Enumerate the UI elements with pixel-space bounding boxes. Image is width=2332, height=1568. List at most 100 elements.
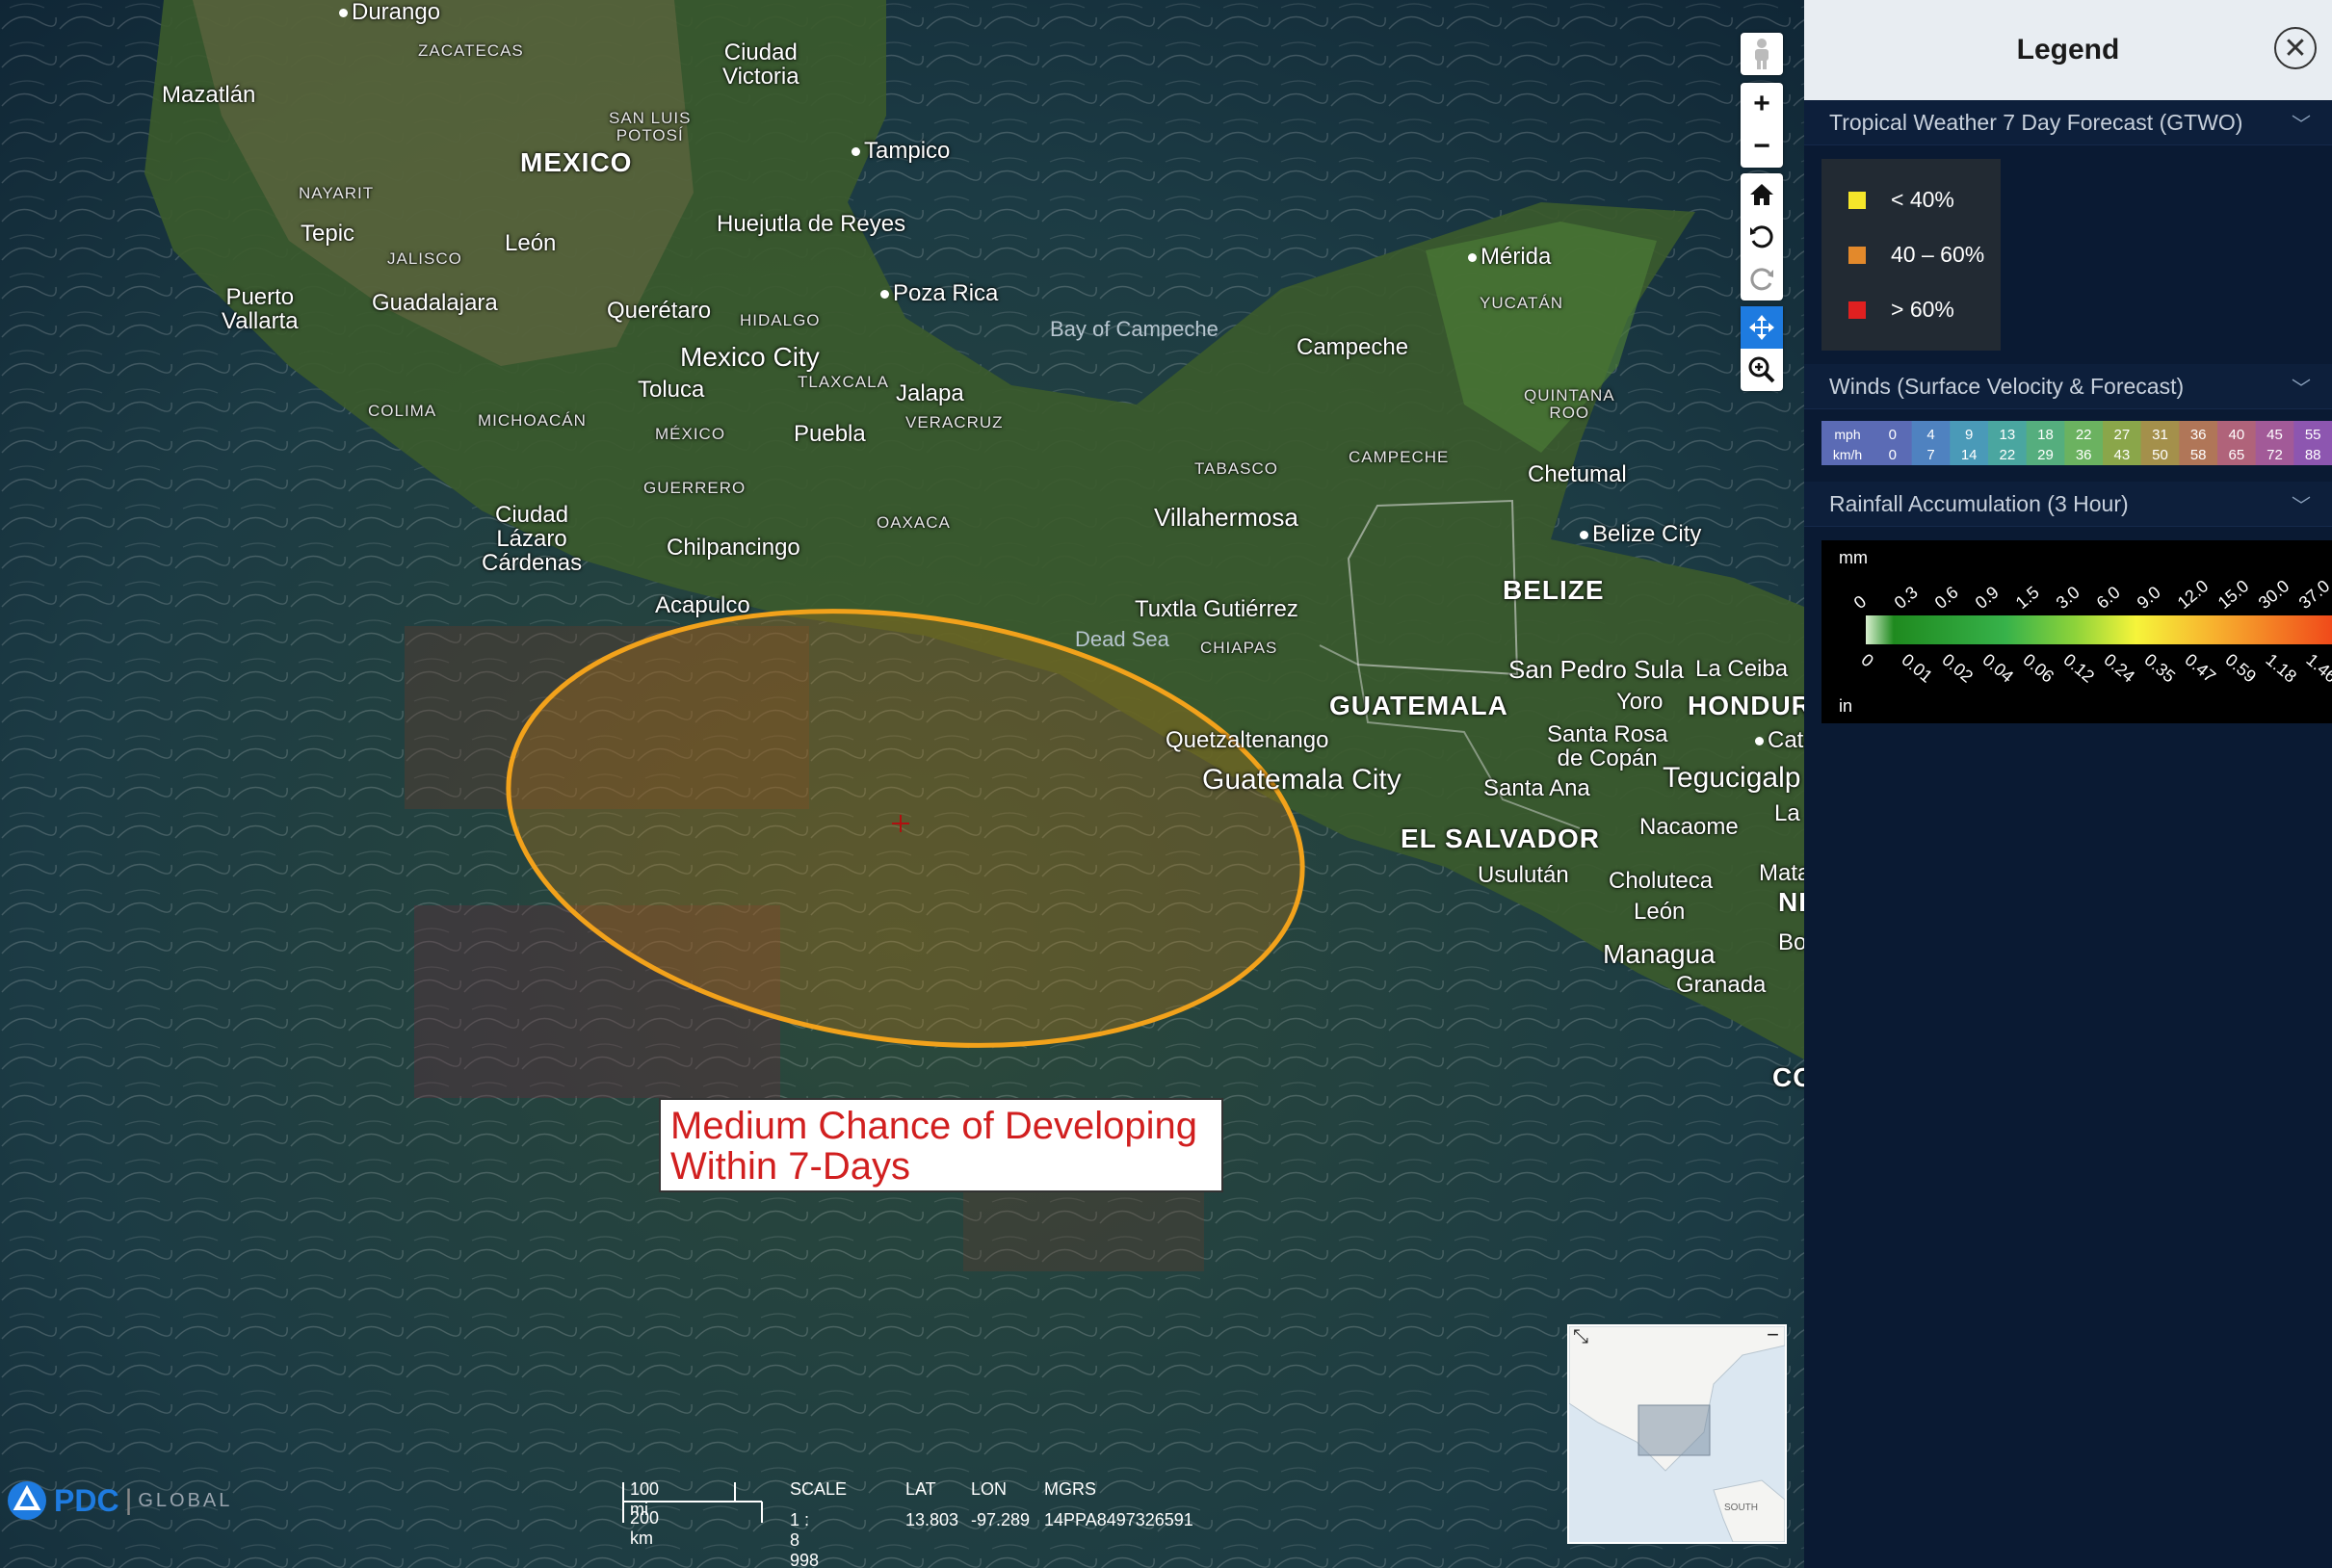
wind-mph-value: 0 [1889, 427, 1897, 443]
rain-mm-tick: 1.5 [2012, 583, 2043, 613]
rain-mm-tick: 15.0 [2214, 576, 2253, 613]
rain-in-tick: 0.02 [1938, 650, 1977, 687]
wind-kmh-value: 58 [2190, 447, 2207, 463]
zoom-out-button[interactable]: − [1741, 125, 1783, 168]
gtwo-swatch [1848, 191, 1866, 209]
place-label: Mazatlán [162, 82, 256, 108]
gtwo-label: 40 – 60% [1891, 242, 1985, 267]
rain-color-ramp: 0 0.3 0.6 0.9 1.5 3.0 6.0 9.0 12.0 15.0 30.0 37.00 0… [1850, 576, 2332, 687]
place-label: Guatemala City [1202, 764, 1402, 796]
place-label: CHIAPAS [1200, 639, 1278, 657]
legend-header: Legend ✕ [1804, 0, 2332, 100]
wind-mph-value: 55 [2305, 427, 2321, 443]
wind-mph-value: 40 [2228, 427, 2244, 443]
home-icon[interactable] [1741, 173, 1783, 216]
overview-collapse-icon[interactable]: − [1767, 1326, 1779, 1347]
place-label: León [505, 230, 557, 256]
wind-kmh-value: 43 [2113, 447, 2130, 463]
legend-section-gtwo-header[interactable]: Tropical Weather 7 Day Forecast (GTWO) ﹀ [1804, 100, 2332, 145]
place-label: Mata [1759, 860, 1804, 886]
legend-title: Legend [2016, 34, 2120, 65]
place-label: Usulután [1478, 862, 1569, 888]
rain-mm-tick: 0 [1850, 591, 1871, 613]
place-label: COLIMA [368, 402, 437, 420]
place-label: YUCATÁN [1480, 294, 1563, 312]
wind-kmh-value: 29 [2037, 447, 2054, 463]
legend-section-winds-header[interactable]: Winds (Surface Velocity & Forecast) ﹀ [1804, 364, 2332, 409]
gtwo-label: < 40% [1891, 187, 1954, 212]
wind-kmh-value: 22 [1999, 447, 2015, 463]
rain-mm-tick: 37.0 [2295, 576, 2332, 613]
chevron-down-icon[interactable]: ﹀ [2292, 109, 2311, 137]
close-circle-icon[interactable]: ✕ [2274, 27, 2317, 69]
lon-label: LON [971, 1479, 1008, 1499]
place-label: Durango [339, 0, 440, 24]
place-label: Chilpancingo [667, 535, 800, 561]
chevron-down-icon[interactable]: ﹀ [2292, 373, 2311, 401]
place-label: JALISCO [387, 249, 462, 268]
place-label: Yoro [1616, 689, 1664, 715]
rain-in-tick: 0.04 [1978, 650, 2017, 687]
rain-mm-tick: 0.3 [1891, 583, 1922, 613]
rain-in-tick: 1.46 [2302, 650, 2332, 687]
legend-panel: Legend ✕ Tropical Weather 7 Day Forecast… [1804, 0, 2332, 1568]
place-label: OAXACA [877, 513, 951, 532]
place-label: La [1774, 800, 1800, 826]
gtwo-swatch [1848, 301, 1866, 319]
rain-mm-tick: 0.9 [1972, 583, 2003, 613]
place-label: Tampico [852, 139, 950, 163]
pan-arrows-icon[interactable] [1741, 306, 1783, 349]
winds-title: Winds (Surface Velocity & Forecast) [1829, 373, 2185, 399]
place-label: Querétaro [607, 298, 712, 324]
place-label: HIDALGO [740, 311, 821, 329]
rain-mm-tick: 9.0 [2134, 583, 2164, 613]
place-label: Quetzaltenango [1166, 727, 1329, 753]
gtwo-legend-item: < 40% [1821, 172, 2001, 227]
logo-divider: | [124, 1484, 133, 1516]
legend-section-rain-header[interactable]: Rainfall Accumulation (3 Hour) ﹀ [1804, 482, 2332, 527]
chevron-down-icon[interactable]: ﹀ [2292, 490, 2311, 518]
place-label: Villahermosa [1154, 503, 1298, 532]
zoom-magnifier-icon[interactable] [1741, 349, 1783, 391]
place-label: GUERRERO [643, 479, 747, 497]
rain-legend: mm in 0 0.3 0.6 0.9 1.5 3.0 6.0 9.0 12.0 15.0 30.0… [1821, 540, 2332, 723]
place-label: MÉXICO [655, 425, 726, 443]
logo-global-text: GLOBAL [138, 1489, 233, 1511]
person-icon[interactable] [1741, 33, 1783, 75]
place-label: Tepic [301, 221, 355, 247]
rain-mm-tick: 30.0 [2255, 576, 2293, 613]
place-label: MICHOACÁN [478, 411, 587, 430]
overview-expand-icon[interactable]: ⤡ [1573, 1326, 1588, 1348]
place-label: San Pedro Sula [1508, 655, 1685, 684]
wind-scale: mph km/h 0 0 4 7 9 14 13 22 18 29 22 36 27 43 31 50 36 58 40… [1821, 421, 2332, 465]
rain-mm-tick: 0.6 [1931, 583, 1962, 613]
pdc-logo: PDC | GLOBAL [6, 1481, 232, 1520]
zoom-toolbar: + − [1741, 83, 1783, 168]
place-label: Bo [1778, 929, 1804, 955]
map-view[interactable]: Durango ZACATECAS Mazatlán Ciudad Victor… [0, 0, 1804, 1568]
tool-toolbar [1741, 306, 1783, 391]
street-view-toolbar [1741, 33, 1783, 75]
place-label: Campeche [1297, 334, 1409, 360]
rain-in-tick: 0.35 [2140, 650, 2179, 687]
place-label: Puebla [794, 421, 866, 447]
wind-kmh-value: 72 [2266, 447, 2283, 463]
overview-map[interactable]: ⤡ − SOUTH [1567, 1324, 1787, 1544]
country-label: GUATEMALA [1329, 691, 1508, 720]
rotate-cw-icon[interactable] [1741, 258, 1783, 301]
zoom-in-button[interactable]: + [1741, 83, 1783, 125]
place-label: Mexico City [680, 342, 820, 372]
country-label: NI [1778, 887, 1804, 917]
place-label: Puerto Vallarta [222, 284, 299, 335]
rain-in-tick: 0.59 [2221, 650, 2260, 687]
place-label: La Ceiba [1695, 656, 1789, 682]
wind-mph-value: 36 [2190, 427, 2207, 443]
scale-value: 1 : 8 998 875 [790, 1510, 820, 1568]
rotate-ccw-icon[interactable] [1741, 216, 1783, 258]
scale-km-label: 200 km [630, 1508, 660, 1548]
lon-value: -97.289 [971, 1510, 1031, 1529]
place-label: Choluteca [1609, 868, 1714, 894]
place-label: Nacaome [1639, 814, 1739, 840]
place-label: VERACRUZ [905, 413, 1004, 431]
wind-mph-value: 4 [1926, 427, 1934, 443]
